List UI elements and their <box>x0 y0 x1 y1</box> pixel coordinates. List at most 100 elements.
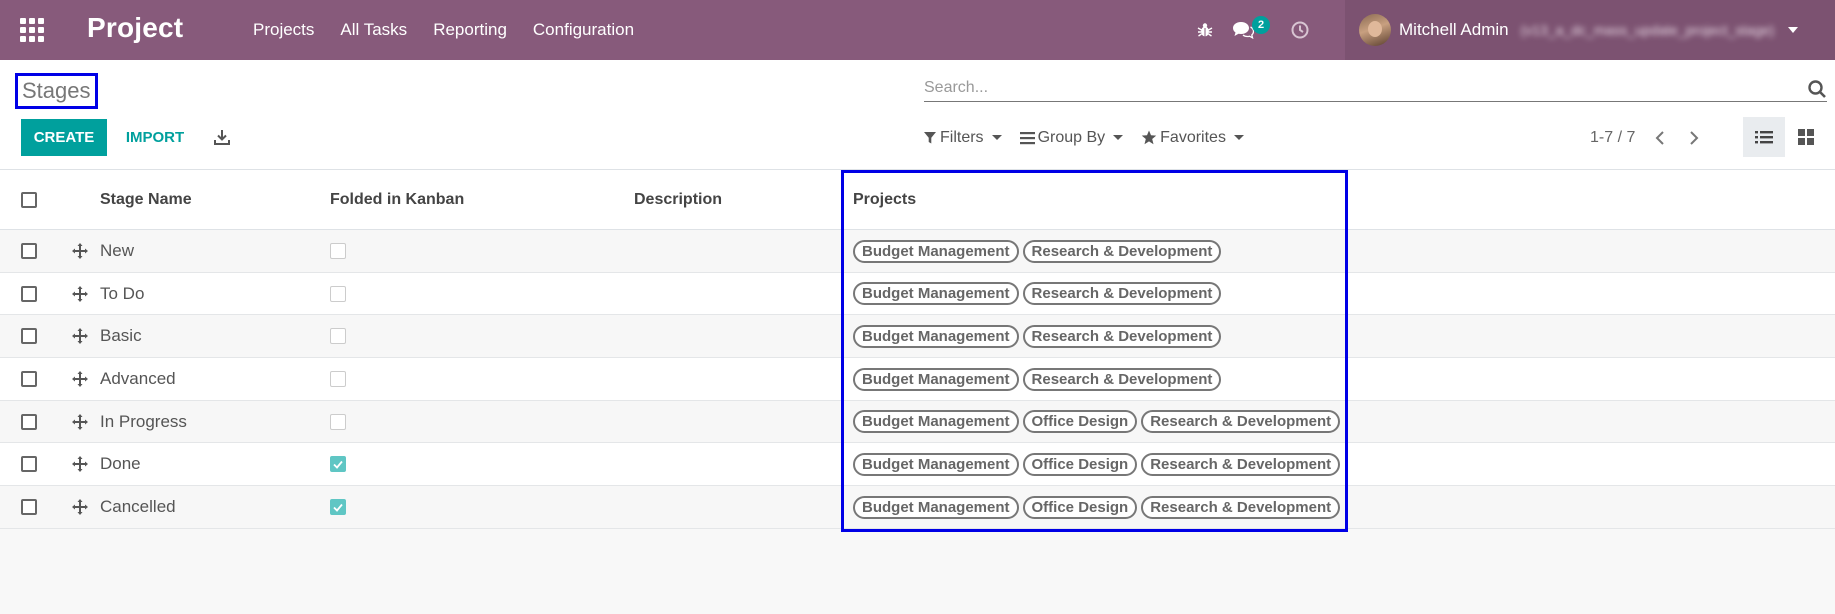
caret-down-icon <box>1113 135 1124 140</box>
column-header-folded[interactable]: Folded in Kanban <box>330 170 464 230</box>
projects-cell: Budget Management Office Design Research &… <box>853 401 1344 443</box>
view-switcher <box>1743 117 1827 157</box>
filter-icon <box>924 131 936 143</box>
menu-item-reporting[interactable]: Reporting <box>420 0 520 60</box>
stage-name-cell: Basic <box>100 326 142 346</box>
folded-checkbox <box>330 285 346 302</box>
table-row[interactable]: Cancelled Budget Management Office Design R… <box>0 486 1835 529</box>
caret-down-icon <box>1788 27 1799 33</box>
drag-handle-icon[interactable] <box>71 285 89 303</box>
row-select-checkbox[interactable] <box>21 243 37 259</box>
column-header-description[interactable]: Description <box>634 170 722 230</box>
search-input[interactable] <box>924 76 1784 100</box>
project-tag[interactable]: Budget Management <box>853 282 1019 306</box>
project-tag[interactable]: Budget Management <box>853 324 1019 348</box>
pager: 1-7 / 7 <box>1590 119 1711 156</box>
project-tag[interactable]: Budget Management <box>853 367 1019 391</box>
create-button[interactable]: CREATE <box>21 119 107 156</box>
clock-icon[interactable] <box>1280 0 1320 60</box>
project-tag[interactable]: Research & Development <box>1022 239 1222 263</box>
drag-handle-icon[interactable] <box>71 242 89 260</box>
folded-checkbox <box>330 371 346 388</box>
column-header-stage-name[interactable]: Stage Name <box>100 170 192 230</box>
favorites-label: Favorites <box>1160 128 1226 146</box>
menu-item-all-tasks[interactable]: All Tasks <box>327 0 420 60</box>
chat-count-badge: 2 <box>1252 16 1270 34</box>
groupby-dropdown[interactable]: Group By <box>1019 128 1124 147</box>
pager-previous-icon[interactable] <box>1643 119 1677 156</box>
folded-checkbox <box>330 243 346 259</box>
list-view-icon[interactable] <box>1743 117 1785 157</box>
import-button[interactable]: IMPORT <box>114 119 196 156</box>
project-tag[interactable]: Research & Development <box>1022 282 1222 306</box>
drag-handle-icon[interactable] <box>71 370 89 388</box>
app-brand[interactable]: Project <box>87 12 183 44</box>
user-name: Mitchell Admin <box>1399 20 1509 39</box>
menu-item-configuration[interactable]: Configuration <box>520 0 647 60</box>
project-tag[interactable]: Office Design <box>1022 495 1138 519</box>
page-title: Stages <box>15 73 98 109</box>
project-tag[interactable]: Research & Development <box>1141 452 1341 476</box>
control-panel: Stages CREATE IMPORT Filters Group By Fa… <box>0 60 1835 170</box>
row-select-checkbox[interactable] <box>21 499 37 516</box>
filters-dropdown[interactable]: Filters <box>923 129 1002 147</box>
project-tag[interactable]: Office Design <box>1022 452 1138 476</box>
database-name: (v13_a_dc_mass_update_project_stage) <box>1520 22 1775 38</box>
kanban-view-icon[interactable] <box>1785 117 1827 157</box>
search-icon[interactable] <box>1807 79 1827 99</box>
table-body: New Budget Management Research & Developme… <box>0 230 1835 529</box>
stage-name-cell: In Progress <box>100 411 187 431</box>
folded-checkbox-checked <box>330 499 346 516</box>
project-tag[interactable]: Office Design <box>1022 410 1138 434</box>
caret-down-icon <box>991 135 1002 140</box>
projects-cell: Budget Management Research & Development <box>853 315 1225 357</box>
menu-item-projects[interactable]: Projects <box>240 0 327 60</box>
project-tag[interactable]: Budget Management <box>853 452 1019 476</box>
drag-handle-icon[interactable] <box>71 498 89 516</box>
list-empty-area <box>0 530 1835 614</box>
main-menu: Projects All Tasks Reporting Configurati… <box>240 0 647 60</box>
chat-icon[interactable]: 2 <box>1232 0 1270 60</box>
row-select-checkbox[interactable] <box>21 456 37 473</box>
table-row[interactable]: Done Budget Management Office Design Resear… <box>0 443 1835 487</box>
project-tag[interactable]: Research & Development <box>1141 495 1341 519</box>
systray: 2 <box>1190 0 1320 60</box>
projects-cell: Budget Management Office Design Research &… <box>853 443 1344 485</box>
apps-menu-icon[interactable] <box>20 18 44 42</box>
download-icon[interactable] <box>213 128 233 148</box>
row-select-checkbox[interactable] <box>21 285 37 302</box>
project-tag[interactable]: Budget Management <box>853 410 1019 434</box>
drag-handle-icon[interactable] <box>71 413 89 431</box>
folded-checkbox <box>330 328 346 345</box>
drag-handle-icon[interactable] <box>71 455 89 473</box>
table-row[interactable]: To Do Budget Management Research & Develop… <box>0 272 1835 316</box>
select-all-checkbox[interactable] <box>21 192 37 208</box>
pager-value[interactable]: 1-7 / 7 <box>1590 129 1635 147</box>
table-row[interactable]: In Progress Budget Management Office Desig… <box>0 400 1835 444</box>
row-select-checkbox[interactable] <box>21 371 37 388</box>
table-row[interactable]: New Budget Management Research & Developme… <box>0 230 1835 273</box>
column-header-projects[interactable]: Projects <box>853 170 916 230</box>
project-tag[interactable]: Budget Management <box>853 239 1019 263</box>
table-row[interactable]: Basic Budget Management Research & Develop… <box>0 315 1835 359</box>
project-tag[interactable]: Research & Development <box>1141 410 1341 434</box>
projects-cell: Budget Management Research & Development <box>853 358 1225 400</box>
pager-next-icon[interactable] <box>1677 119 1711 156</box>
stage-name-cell: Done <box>100 454 141 474</box>
drag-handle-icon[interactable] <box>71 327 89 345</box>
table-row[interactable]: Advanced Budget Management Research & Deve… <box>0 358 1835 401</box>
stage-name-cell: Advanced <box>100 369 176 389</box>
project-tag[interactable]: Research & Development <box>1022 324 1222 348</box>
project-tag[interactable]: Budget Management <box>853 495 1019 519</box>
project-tag[interactable]: Research & Development <box>1022 367 1222 391</box>
bug-icon[interactable] <box>1190 0 1220 60</box>
groupby-label: Group By <box>1037 128 1106 146</box>
stage-name-cell: To Do <box>100 283 145 303</box>
favorites-dropdown[interactable]: Favorites <box>1141 129 1244 147</box>
row-select-checkbox[interactable] <box>21 413 37 430</box>
list-bars-icon <box>1019 131 1035 144</box>
row-select-checkbox[interactable] <box>21 328 37 345</box>
projects-cell: Budget Management Office Design Research &… <box>853 486 1344 528</box>
caret-down-icon <box>1233 135 1244 140</box>
user-menu[interactable]: Mitchell Admin (v13_a_dc_mass_update_pro… <box>1345 0 1835 60</box>
